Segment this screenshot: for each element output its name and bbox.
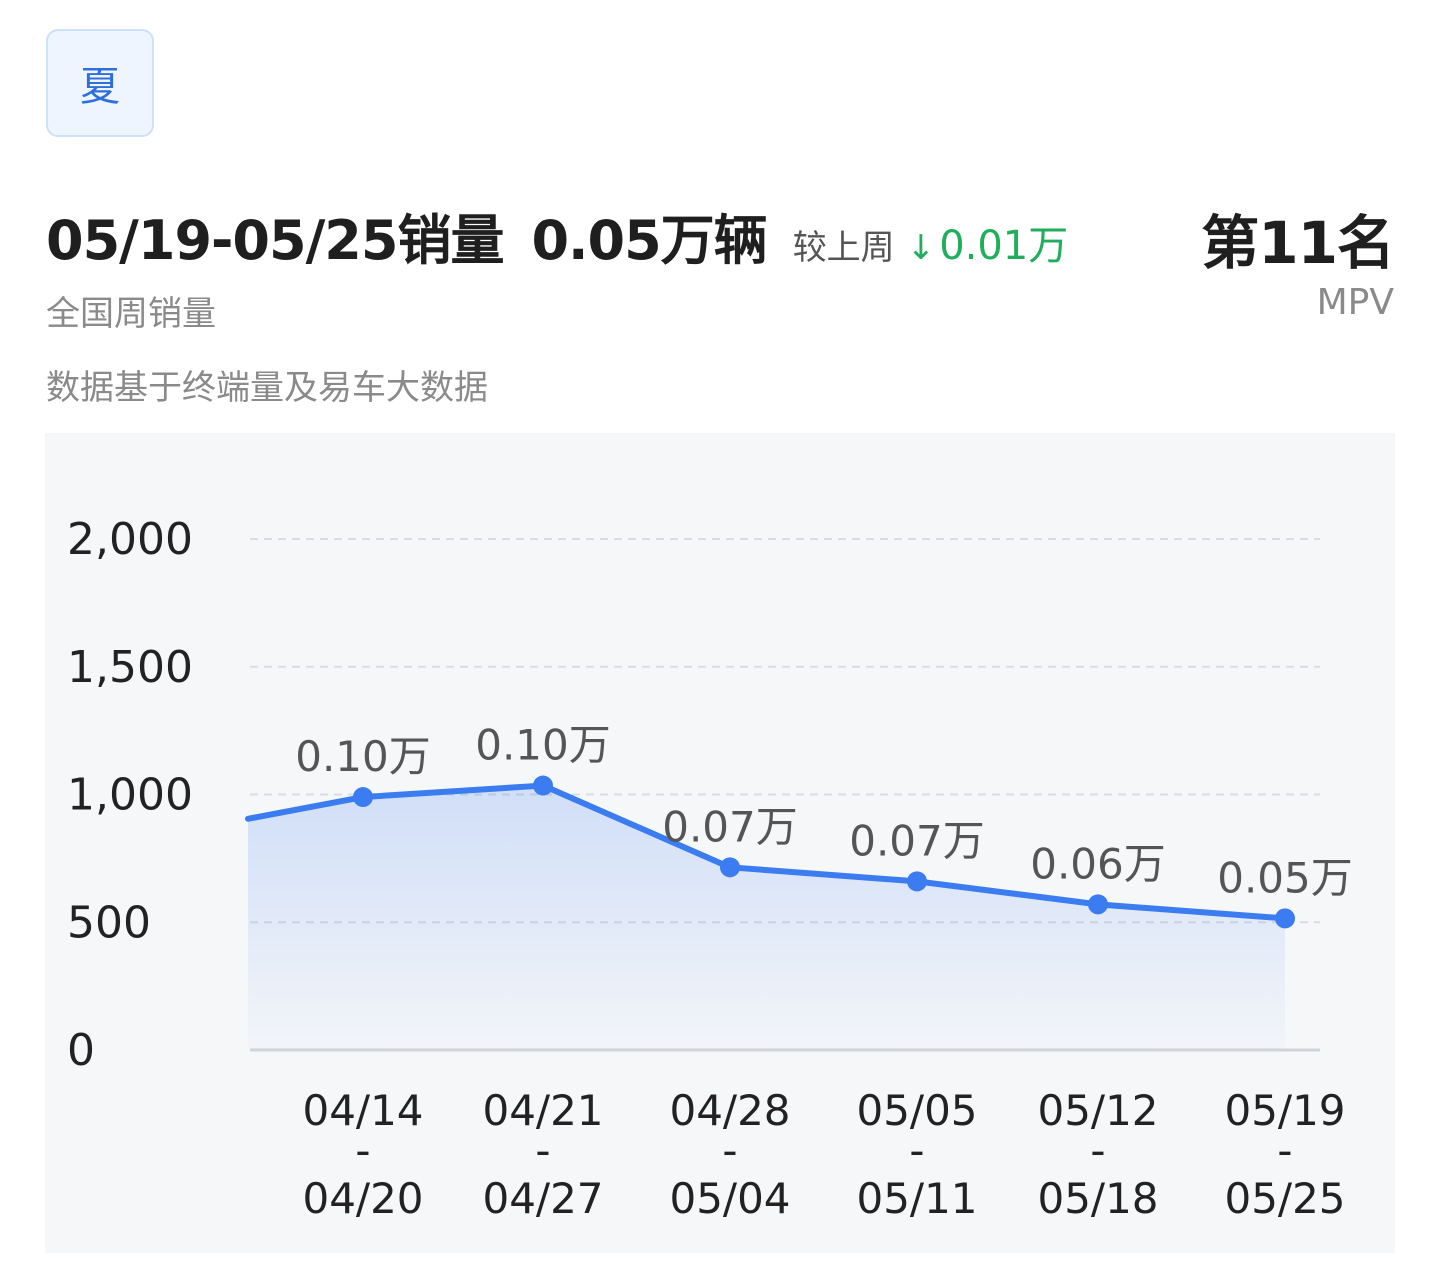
arrow-down-icon: ↓ <box>906 228 936 268</box>
season-badge-label: 夏 <box>80 64 120 110</box>
x-tick-label-end: 05/11 <box>856 1174 977 1223</box>
y-tick-label: 500 <box>67 897 151 948</box>
subtitle: 全国周销量 <box>46 294 216 334</box>
data-label: 0.10万 <box>475 721 611 770</box>
data-point <box>1088 894 1108 915</box>
sales-value: 0.05万辆 <box>531 209 767 272</box>
x-tick-label-separator: - <box>909 1126 924 1175</box>
y-tick-label: 0 <box>67 1025 95 1076</box>
y-tick-label: 2,000 <box>67 514 193 565</box>
date-range-label: 05/19-05/25销量 <box>46 209 504 272</box>
rank-label: 第11名 <box>1201 209 1395 277</box>
x-tick-label-separator: - <box>355 1126 370 1175</box>
data-point <box>1275 908 1295 929</box>
x-tick-label-separator: - <box>1277 1126 1292 1175</box>
delta-value: 0.01万 <box>939 223 1069 269</box>
data-label: 0.07万 <box>849 816 985 865</box>
x-tick-label-separator: - <box>722 1126 737 1175</box>
x-tick-label-end: 05/18 <box>1037 1174 1158 1223</box>
x-tick-label-end: 04/27 <box>482 1174 603 1223</box>
data-label: 0.05万 <box>1217 853 1353 902</box>
data-point <box>720 857 740 878</box>
data-label: 0.10万 <box>295 732 431 781</box>
data-point <box>907 871 927 892</box>
data-label: 0.06万 <box>1030 839 1166 888</box>
category-label: MPV <box>1316 282 1394 323</box>
x-tick-label-end: 05/25 <box>1224 1174 1345 1223</box>
season-badge[interactable]: 夏 <box>46 29 154 137</box>
x-tick-label-end: 04/20 <box>302 1174 423 1223</box>
y-tick-label: 1,000 <box>67 770 193 821</box>
compare-label: 较上周 <box>792 228 895 268</box>
source-note: 数据基于终端量及易车大数据 <box>46 368 488 408</box>
data-point <box>533 775 553 796</box>
sales-chart: 2,000 1,500 1,000 500 0 0.10万 0.10万 0.07万 0.07万 0… <box>45 433 1395 1253</box>
line-chart: 2,000 1,500 1,000 500 0 0.10万 0.10万 0.07万 0.07万 0… <box>67 514 1353 1223</box>
data-point <box>353 787 373 808</box>
x-tick-label-separator: - <box>535 1126 550 1175</box>
x-tick-label-end: 05/04 <box>669 1174 790 1223</box>
data-label: 0.07万 <box>662 802 798 851</box>
sales-headline: 05/19-05/25销量 0.05万辆 较上周 ↓ 0.01万 <box>46 196 1069 272</box>
x-tick-label-separator: - <box>1090 1126 1105 1175</box>
y-tick-label: 1,500 <box>67 642 193 693</box>
